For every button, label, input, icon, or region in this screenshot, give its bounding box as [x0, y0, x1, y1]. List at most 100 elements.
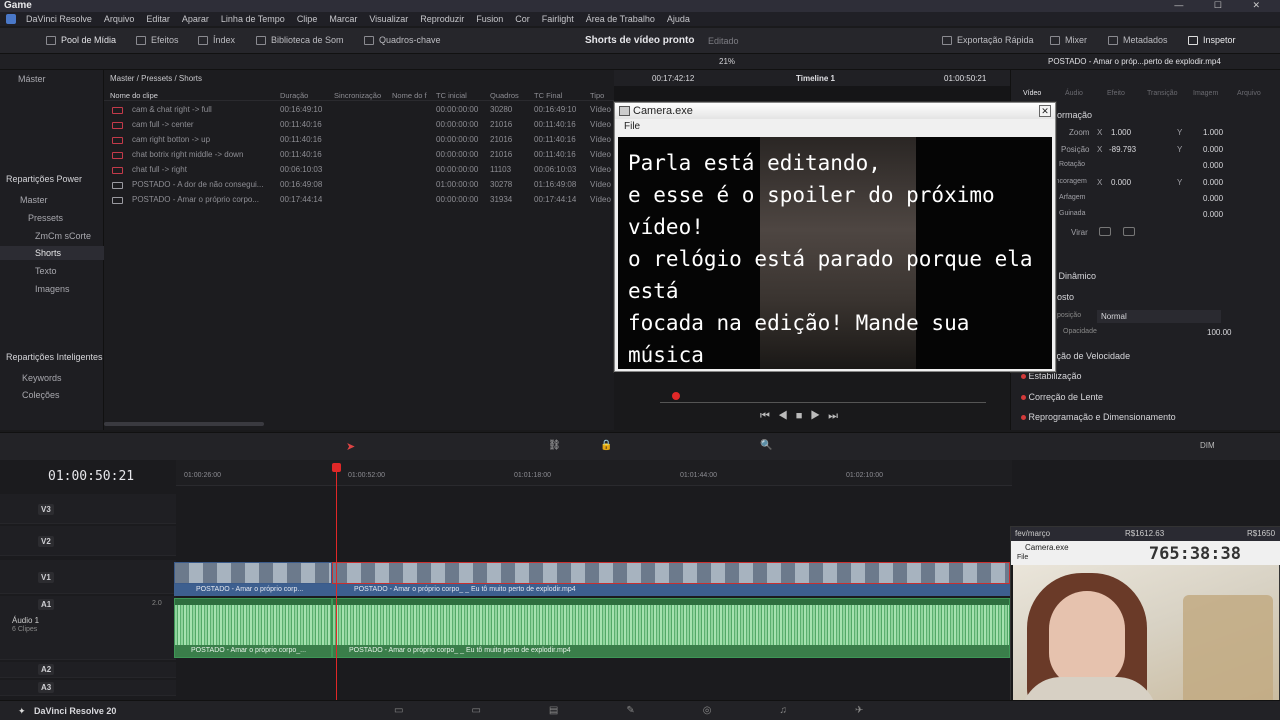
horizontal-scrollbar[interactable]: [104, 422, 264, 426]
lens-correction-section[interactable]: Correção de Lente: [1021, 392, 1103, 402]
table-row[interactable]: chat botrix right middle -> down 00:11:40…: [104, 148, 614, 163]
clip-frames: 11103: [490, 165, 512, 174]
webcam-menu-file[interactable]: File: [1017, 554, 1028, 561]
quick-export-button[interactable]: Exportação Rápida: [942, 35, 1034, 45]
col-type[interactable]: Tipo: [590, 91, 604, 100]
rotation-value[interactable]: 0.000: [1203, 161, 1223, 170]
tab-arquivo[interactable]: Arquivo: [1237, 90, 1261, 97]
video-clip-2[interactable]: POSTADO - Amar o próprio corpo_ _ Eu tô …: [332, 562, 1010, 596]
smart-bin-colecoes[interactable]: Coleções: [0, 390, 104, 400]
mixer-button[interactable]: Mixer: [1050, 35, 1087, 45]
metadata-button[interactable]: Metadados: [1108, 35, 1168, 45]
keyframes-button[interactable]: Quadros-chave: [364, 35, 441, 45]
position-y[interactable]: 0.000: [1203, 145, 1223, 154]
col-tcout[interactable]: TC Final: [534, 91, 562, 100]
menu-fairlight[interactable]: Fairlight: [536, 14, 580, 24]
yaw-value[interactable]: 0.000: [1203, 210, 1223, 219]
scrubber-head[interactable]: [672, 392, 680, 400]
opacity-value[interactable]: 100.00: [1207, 328, 1231, 337]
timeline-ruler[interactable]: 01:00:26:00 01:00:52:00 01:01:18:00 01:0…: [176, 460, 1012, 486]
col-frames[interactable]: Quadros: [490, 91, 519, 100]
menu-linha-tempo[interactable]: Linha de Tempo: [215, 14, 291, 24]
flip-vertical-icon[interactable]: [1123, 227, 1135, 236]
table-row[interactable]: chat full -> right 00:06:10:03 00:00:00:00…: [104, 163, 614, 178]
col-filename[interactable]: Nome do f: [392, 91, 427, 100]
zoom-x[interactable]: 1.000: [1111, 128, 1131, 137]
dim-button[interactable]: DIM: [1200, 441, 1215, 450]
audio-clip-2[interactable]: POSTADO - Amar o próprio corpo_ _ Eu tô …: [332, 598, 1010, 658]
position-x[interactable]: -89.793: [1109, 145, 1136, 154]
track-header-v1[interactable]: V1: [0, 560, 176, 594]
window-controls[interactable]: — ☐ ✕: [1174, 0, 1274, 11]
col-name[interactable]: Nome do clipe: [110, 91, 158, 100]
smart-bin-keywords[interactable]: Keywords: [0, 373, 104, 383]
page-switcher-icons[interactable]: ▭▭▤✎◎♫✈: [394, 705, 931, 716]
zoom-y[interactable]: 1.000: [1203, 128, 1223, 137]
menu-reproduzir[interactable]: Reproduzir: [414, 14, 470, 24]
breadcrumb[interactable]: Master / Pressets / Shorts: [110, 74, 202, 83]
index-button[interactable]: Índex: [198, 35, 235, 45]
zoom-icon[interactable]: 🔍: [760, 440, 772, 451]
playhead[interactable]: [336, 464, 337, 700]
retime-scaling-section[interactable]: Reprogramação e Dimensionamento: [1021, 412, 1176, 422]
menu-cor[interactable]: Cor: [509, 14, 536, 24]
tab-audio[interactable]: Áudio: [1065, 90, 1083, 97]
inspector-button[interactable]: Inspetor: [1188, 35, 1236, 45]
stabilization-section[interactable]: Estabilização: [1021, 371, 1082, 381]
table-row[interactable]: POSTADO - A dor de não consegui... 00:16:…: [104, 178, 614, 193]
select-tool-icon[interactable]: ➤: [346, 440, 355, 453]
power-bin-zmcm[interactable]: ZmCm sCorte: [0, 231, 104, 241]
pitch-value[interactable]: 0.000: [1203, 194, 1223, 203]
power-bin-texto[interactable]: Texto: [0, 266, 104, 276]
tab-imagem[interactable]: Imagem: [1193, 90, 1218, 97]
table-row[interactable]: POSTADO - Amar o próprio corpo... 00:17:4…: [104, 193, 614, 208]
media-pool-button[interactable]: Pool de Mídia: [46, 35, 116, 45]
anchor-y[interactable]: 0.000: [1203, 178, 1223, 187]
menu-davinci[interactable]: DaVinci Resolve: [20, 14, 98, 24]
sound-library-button[interactable]: Biblioteca de Som: [256, 35, 344, 45]
col-sync[interactable]: Sincronização: [334, 91, 381, 100]
table-row[interactable]: cam & chat right -> full 00:16:49:10 00:00…: [104, 103, 614, 118]
power-bin-presets[interactable]: Pressets: [0, 213, 104, 223]
composite-mode-select[interactable]: Normal: [1097, 310, 1221, 323]
link-icon[interactable]: ⛓: [548, 440, 561, 451]
menu-fusion[interactable]: Fusion: [470, 14, 509, 24]
track-header-a1[interactable]: A1 Áudio 1 6 Clipes 2.0: [0, 596, 176, 660]
menu-arquivo[interactable]: Arquivo: [98, 14, 141, 24]
bin-master[interactable]: Máster: [0, 74, 104, 84]
power-bin-master[interactable]: Master: [0, 195, 104, 205]
audio-clip-1[interactable]: POSTADO - Amar o próprio corpo_...: [174, 598, 332, 658]
power-bin-shorts[interactable]: Shorts: [0, 246, 104, 260]
menu-area-trabalho[interactable]: Área de Trabalho: [580, 14, 661, 24]
zoom-level[interactable]: 21%: [719, 57, 735, 66]
menu-clipe[interactable]: Clipe: [291, 14, 324, 24]
video-clip-1[interactable]: POSTADO - Amar o próprio corp...: [174, 562, 332, 596]
lock-icon[interactable]: 🔒: [600, 440, 612, 451]
track-header-v3[interactable]: V3: [0, 494, 176, 524]
track-header-a2[interactable]: A2: [0, 662, 176, 678]
menu-ajuda[interactable]: Ajuda: [661, 14, 696, 24]
scrubber-track[interactable]: [660, 402, 986, 403]
tab-efeito[interactable]: Efeito: [1107, 90, 1125, 97]
table-row[interactable]: cam full -> center 00:11:40:16 00:00:00:00…: [104, 118, 614, 133]
playback-buttons[interactable]: ⏮◀■▶⏭: [760, 410, 846, 423]
power-bin-imagens[interactable]: Imagens: [0, 284, 104, 294]
close-icon[interactable]: ✕: [1039, 105, 1051, 117]
col-tcin[interactable]: TC inicial: [436, 91, 467, 100]
transform-section[interactable]: ormação: [1057, 110, 1092, 120]
menu-visualizar[interactable]: Visualizar: [363, 14, 414, 24]
tab-video[interactable]: Vídeo: [1023, 90, 1041, 97]
flip-horizontal-icon[interactable]: [1099, 227, 1111, 236]
timeline-selector[interactable]: Timeline 1: [796, 74, 835, 83]
menu-marcar[interactable]: Marcar: [323, 14, 363, 24]
menu-editar[interactable]: Editar: [140, 14, 176, 24]
anchor-x[interactable]: 0.000: [1111, 178, 1131, 187]
table-row[interactable]: cam right botton -> up 00:11:40:16 00:00:0…: [104, 133, 614, 148]
track-header-v2[interactable]: V2: [0, 526, 176, 556]
menu-aparar[interactable]: Aparar: [176, 14, 215, 24]
camera-menu-file[interactable]: File: [615, 119, 1055, 135]
tab-transicao[interactable]: Transição: [1147, 90, 1177, 97]
track-header-a3[interactable]: A3: [0, 680, 176, 696]
col-duration[interactable]: Duração: [280, 91, 308, 100]
effects-button[interactable]: Efeitos: [136, 35, 179, 45]
